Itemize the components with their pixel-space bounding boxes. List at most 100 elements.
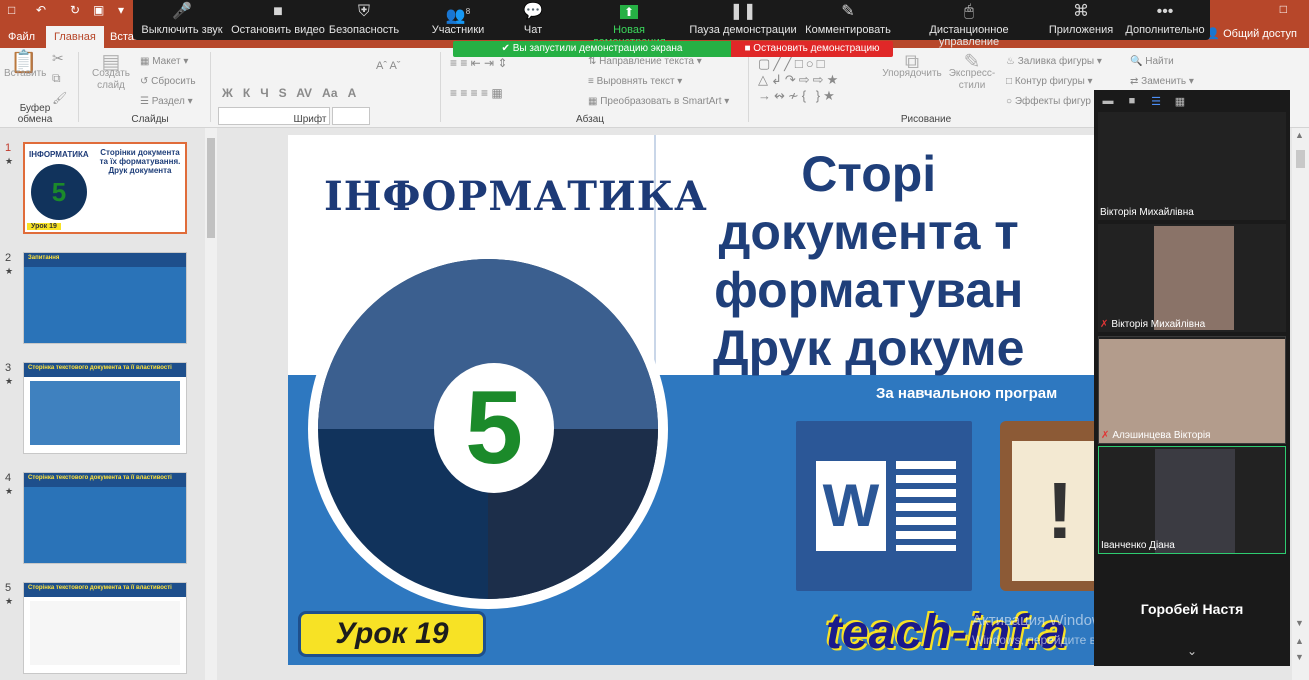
undo-icon[interactable]: ↶ (36, 3, 46, 17)
participant-label: ✗ Вікторія Михайлівна (1100, 319, 1205, 330)
smartart-button[interactable]: ▦ Преобразовать в SmartArt ▾ (588, 96, 729, 107)
thumb-body (30, 491, 180, 555)
shape-effects-button[interactable]: ○ Эффекты фигур (1006, 96, 1091, 107)
tab-home[interactable]: Главная (46, 26, 104, 48)
bold-button[interactable]: Ж (222, 86, 233, 100)
participant-name: Горобей Настя (1140, 601, 1244, 617)
participants-button[interactable]: 👥8 Участники (423, 0, 493, 40)
replace-button[interactable]: ⇄ Заменить ▾ (1130, 76, 1194, 87)
apps-button[interactable]: ⌘ Приложения (1043, 0, 1119, 40)
slide-thumbnail-2[interactable]: Запитання (23, 252, 187, 344)
chat-button[interactable]: 💬 Чат (513, 0, 553, 40)
shadow-button[interactable]: S (279, 86, 287, 100)
slide-scrollbar[interactable]: ▲ ▼ ▲ ▼ (1292, 128, 1309, 680)
present-icon[interactable]: ▣ (93, 3, 104, 17)
prev-slide-icon[interactable]: ▲ (1295, 636, 1304, 646)
create-slide-button[interactable]: ▤ Создать слайд (90, 52, 132, 92)
font-color-button[interactable]: А (348, 86, 357, 100)
underline-button[interactable]: Ч (260, 86, 268, 100)
animation-star-icon: ★ (5, 156, 14, 166)
font-grow-icon[interactable]: Aˆ Aˇ (376, 60, 400, 72)
gallery-view-icon[interactable]: ▦ (1172, 95, 1188, 109)
window-controls[interactable]: □ (1280, 2, 1301, 16)
camera-icon: ■ (273, 3, 283, 20)
grade-emblem: 5 (308, 249, 668, 609)
scroll-up-icon[interactable]: ▲ (1295, 130, 1304, 140)
italic-button[interactable]: К (243, 86, 250, 100)
more-label: Дополнительно (1125, 24, 1205, 36)
paste-button[interactable]: 📋 Вставить (4, 51, 46, 80)
share-button[interactable]: 👤 Общий доступ (1206, 27, 1297, 40)
shape-outline-button[interactable]: □ Контур фигуры ▾ (1006, 76, 1093, 87)
find-button[interactable]: 🔍 Найти (1130, 56, 1174, 67)
animation-star-icon: ★ (5, 266, 14, 276)
thumbnail-scrollbar[interactable] (205, 128, 217, 680)
participants-glyph: 👥 (445, 7, 466, 25)
change-case-button[interactable]: Аа (322, 86, 338, 100)
replace-label: Заменить (1141, 76, 1187, 87)
participant-tile[interactable]: Вікторія Михайлівна (1098, 112, 1286, 220)
participant-tile[interactable]: ✗ Алэшинцева Вікторія (1098, 336, 1286, 444)
muted-mic-icon: ✗ (1101, 430, 1110, 441)
express-styles-button[interactable]: ✎ Экспресс-стили (946, 52, 998, 92)
thumb-title: Сторінка текстового документа та її влас… (24, 473, 186, 487)
arrange-button[interactable]: ⧉ Упорядочить (882, 51, 942, 80)
remote-control-label: Дистанционное управление (929, 24, 1009, 48)
annotate-button[interactable]: ✎ Комментировать (803, 0, 893, 40)
grade-number: 5 (434, 363, 554, 493)
security-button[interactable]: ⛨ Безопасность (327, 0, 401, 40)
slide-canvas[interactable]: ІНФОРМАТИКА 5 Сторі документа т форматув… (288, 135, 1110, 665)
bullets-icon[interactable]: ≡ ≡ ⇤ ⇥ ⇕ (450, 56, 508, 70)
participant-tile[interactable]: ✗ Вікторія Михайлівна (1098, 224, 1286, 332)
annotate-label: Комментировать (805, 24, 891, 36)
chevron-down-icon[interactable]: ⌄ (1098, 644, 1286, 658)
pause-share-button[interactable]: ❚❚ Пауза демонстрации (689, 0, 797, 40)
cut-icon[interactable]: ✂ (52, 51, 64, 65)
mute-button[interactable]: 🎤 Выключить звук (135, 0, 229, 40)
scroll-thumb[interactable] (1296, 150, 1305, 168)
smartart-label: Преобразовать в SmartArt (600, 96, 722, 107)
section-button[interactable]: ☰ Раздел ▾ (140, 96, 193, 107)
customize-icon[interactable]: ▾ (118, 3, 124, 17)
muted-mic-icon: ✗ (1100, 319, 1109, 330)
align-text-button[interactable]: ≡ Выровнять текст ▾ (588, 76, 682, 87)
minimize-icon[interactable]: ▬ (1100, 95, 1116, 109)
stop-video-button[interactable]: ■ Остановить видео (229, 0, 327, 40)
arrange-icon: ⧉ (904, 51, 920, 73)
more-button[interactable]: ••• Дополнительно (1123, 0, 1207, 40)
shape-fill-button[interactable]: ♨ Заливка фигуры ▾ (1006, 56, 1102, 67)
slide-thumbnail-5[interactable]: Сторінка текстового документа та її влас… (23, 582, 187, 674)
strip-icon[interactable]: ■ (1124, 95, 1140, 109)
participant-name-tile[interactable]: Горобей Настя ⌄ (1098, 556, 1286, 664)
tab-file[interactable]: Файл (0, 26, 43, 48)
scroll-down-icon[interactable]: ▼ (1295, 618, 1304, 628)
slide-thumbnail-4[interactable]: Сторінка текстового документа та її влас… (23, 472, 187, 564)
slide-subtitle: За навчальною програм (876, 385, 1058, 402)
slide-title-line: Друк докуме (713, 320, 1025, 376)
save-icon[interactable]: □ (8, 3, 15, 17)
stop-share-button[interactable]: ■ Остановить демонстрацию (731, 41, 893, 57)
thumb-title: Сторінка текстового документа та її влас… (24, 583, 186, 597)
text-direction-button[interactable]: ⇅ Направление текста ▾ (588, 56, 702, 67)
participant-name: Іванченко Діана (1101, 540, 1175, 551)
slide-thumbnail-1[interactable]: ІНФОРМАТИКА Сторінки документа та їх фор… (23, 142, 187, 234)
redo-icon[interactable]: ↻ (70, 3, 80, 17)
slide-thumbnail-3[interactable]: Сторінка текстового документа та її влас… (23, 362, 187, 454)
copy-icon[interactable]: ⧉ (52, 72, 61, 84)
share-screen-icon: ⬆ (575, 0, 683, 24)
share-glyph: ⬆ (619, 5, 639, 19)
zoom-toolbar: 🎤 Выключить звук ■ Остановить видео ⛨ Безоп… (133, 0, 1210, 48)
new-share-button[interactable]: ⬆Новая демонстрация (575, 0, 683, 48)
remote-control-button[interactable]: 🖱 Дистанционное управление (899, 0, 1039, 48)
participant-tile-active[interactable]: Іванченко Діана (1098, 446, 1286, 554)
reset-button[interactable]: ↺ Сбросить (140, 76, 196, 87)
layout-button[interactable]: ▦ Макет ▾ (140, 56, 188, 67)
shapes-gallery[interactable]: ▢╱╱□○□ △↲↷⇨⇨★ →↭≁{ }★ (758, 56, 841, 104)
align-icon[interactable]: ≡ ≡ ≡ ≡ ▦ (450, 86, 503, 100)
char-spacing-button[interactable]: AV (296, 86, 312, 100)
speaker-view-icon[interactable]: ☰ (1148, 95, 1164, 109)
pause-icon: ❚❚ (729, 3, 757, 20)
next-slide-icon[interactable]: ▼ (1295, 652, 1304, 662)
text-direction-label: Направление текста (599, 56, 694, 67)
scroll-thumb[interactable] (207, 138, 215, 238)
